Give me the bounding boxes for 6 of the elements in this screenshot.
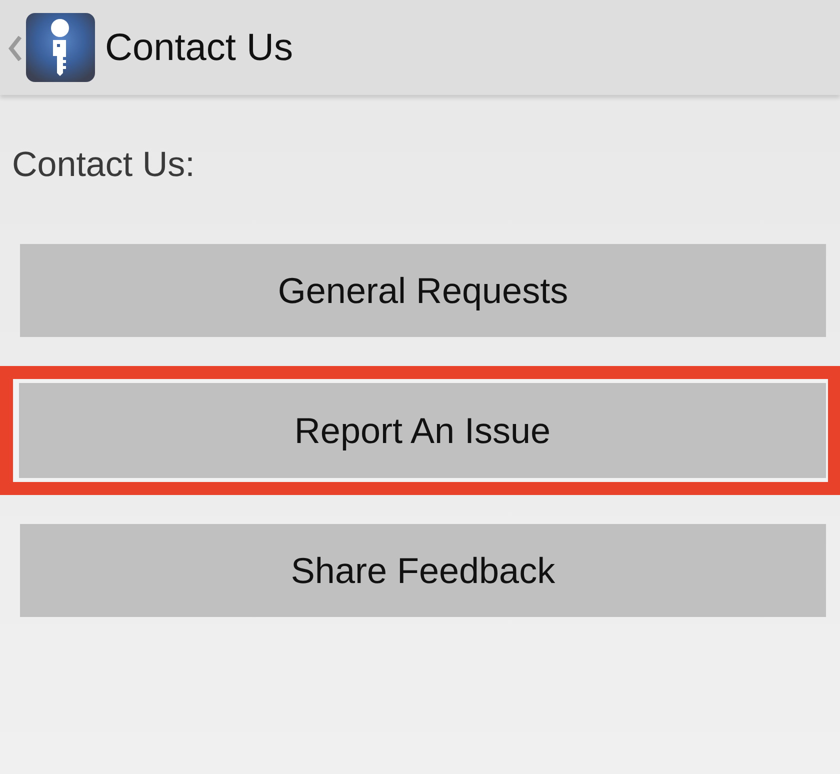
section-heading: Contact Us:	[12, 146, 196, 184]
screen-title: Contact Us	[105, 26, 293, 70]
key-app-icon[interactable]	[26, 13, 95, 82]
action-button[interactable]: General Requests	[20, 244, 826, 337]
action-button[interactable]: Report An Issue	[19, 383, 826, 478]
action-button[interactable]: Share Feedback	[20, 524, 826, 617]
